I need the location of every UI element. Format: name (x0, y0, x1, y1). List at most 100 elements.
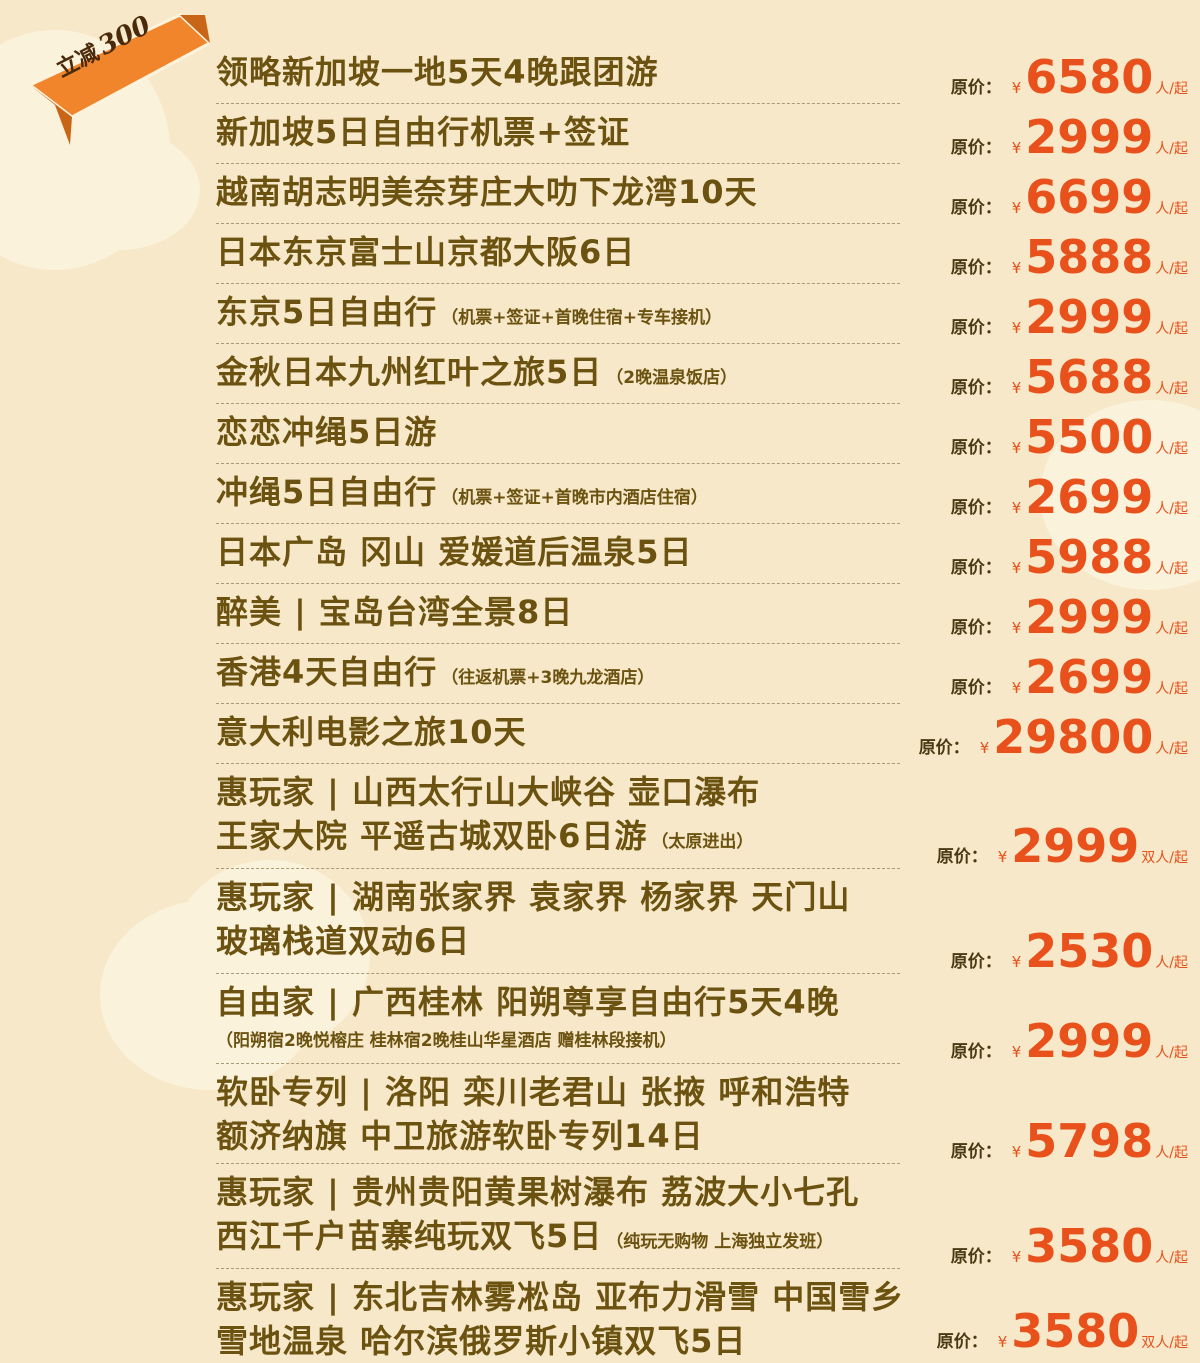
deal-title: 领略新加坡一地5天4晚跟团游 (216, 53, 659, 91)
price-label: 原价： (950, 1142, 1002, 1162)
price-amount: 5688 (1025, 350, 1154, 404)
price-amount: 3580 (1011, 1304, 1140, 1358)
price-unit: 人/起 (1155, 1045, 1188, 1061)
deal-row[interactable]: 日本东京富士山京都大阪6日 原价： ¥5888 人/起 (0, 230, 1200, 290)
row-divider (216, 1268, 900, 1269)
price-label: 原价： (950, 378, 1002, 398)
deal-title: 意大利电影之旅10天 (216, 713, 527, 751)
row-divider (216, 583, 900, 584)
deal-note: （机票+签证+首晚住宿+专车接机） (441, 308, 723, 328)
currency-symbol: ¥ (1011, 953, 1022, 971)
row-divider (216, 523, 900, 524)
currency-symbol: ¥ (1011, 1248, 1022, 1266)
price-label: 原价： (936, 847, 988, 867)
deal-title: 冲绳5日自由行 （机票+签证+首晚市内酒店住宿） (216, 473, 708, 511)
row-divider (216, 703, 900, 704)
price-unit: 人/起 (1155, 141, 1188, 157)
deal-price: 原价： ¥2699 人/起 (951, 652, 1188, 702)
price-unit: 人/起 (1155, 955, 1188, 971)
currency-symbol: ¥ (1011, 439, 1022, 457)
price-unit: 人/起 (1155, 1250, 1188, 1266)
row-divider (216, 163, 900, 164)
price-unit: 人/起 (1155, 441, 1188, 457)
price-label: 原价： (950, 78, 1002, 98)
deal-price: 原价： ¥2999 人/起 (951, 1016, 1188, 1066)
deal-title: 惠玩家 | 贵州贵阳黄果树瀑布 荔波大小七孔 (216, 1173, 860, 1211)
price-unit: 人/起 (1155, 681, 1188, 697)
row-divider (216, 973, 900, 974)
deal-row[interactable]: 惠玩家 | 东北吉林雾凇岛 亚布力滑雪 中国雪乡 雪地温泉 哈尔滨俄罗斯小镇双飞5… (0, 1275, 1200, 1360)
row-divider (216, 868, 900, 869)
row-divider (216, 403, 900, 404)
price-amount: 3580 (1025, 1219, 1154, 1273)
deal-row[interactable]: 恋恋冲绳5日游 原价： ¥5500 人/起 (0, 410, 1200, 470)
row-divider (216, 463, 900, 464)
currency-symbol: ¥ (1011, 259, 1022, 277)
row-divider (216, 1063, 900, 1064)
price-unit: 人/起 (1155, 261, 1188, 277)
currency-symbol: ¥ (1011, 499, 1022, 517)
deal-price: 原价： ¥29800 人/起 (919, 712, 1188, 762)
deal-title: 醉美 | 宝岛台湾全景8日 (216, 593, 574, 631)
deal-title: 自由家 | 广西桂林 阳朔尊享自由行5天4晚 (216, 983, 840, 1021)
currency-symbol: ¥ (1011, 1143, 1022, 1161)
deal-title-line2: 雪地温泉 哈尔滨俄罗斯小镇双飞5日 (216, 1322, 747, 1360)
price-unit: 人/起 (1155, 561, 1188, 577)
price-label: 原价： (950, 438, 1002, 458)
price-unit: 人/起 (1155, 741, 1188, 757)
currency-symbol: ¥ (1011, 319, 1022, 337)
deal-row[interactable]: 惠玩家 | 贵州贵阳黄果树瀑布 荔波大小七孔 西江千户苗寨纯玩双飞5日 （纯玩无购物… (0, 1170, 1200, 1275)
deal-price: 原价： ¥3580 人/起 (951, 1221, 1188, 1271)
price-label: 原价： (918, 738, 970, 758)
price-amount: 2999 (1025, 290, 1154, 344)
deal-row[interactable]: 醉美 | 宝岛台湾全景8日 原价： ¥2999 人/起 (0, 590, 1200, 650)
deal-note: （纯玩无购物 上海独立发班） (606, 1232, 834, 1252)
price-unit: 人/起 (1155, 321, 1188, 337)
deal-row[interactable]: 金秋日本九州红叶之旅5日 （2晚温泉饭店） 原价： ¥5688 人/起 (0, 350, 1200, 410)
deal-price: 原价： ¥6699 人/起 (951, 172, 1188, 222)
deal-title: 软卧专列 | 洛阳 栾川老君山 张掖 呼和浩特 (216, 1073, 851, 1111)
deal-note: （2晚温泉饭店） (606, 368, 738, 388)
price-amount: 2699 (1025, 650, 1154, 704)
deal-price: 原价： ¥2699 人/起 (951, 472, 1188, 522)
deal-row[interactable]: 东京5日自由行 （机票+签证+首晚住宿+专车接机） 原价： ¥2999 人/起 (0, 290, 1200, 350)
price-unit: 人/起 (1155, 381, 1188, 397)
price-unit: 双人/起 (1141, 1335, 1188, 1351)
deal-row[interactable]: 冲绳5日自由行 （机票+签证+首晚市内酒店住宿） 原价： ¥2699 人/起 (0, 470, 1200, 530)
price-label: 原价： (950, 1042, 1002, 1062)
deal-subnote: （阳朔宿2晚悦榕庄 桂林宿2晚桂山华星酒店 赠桂林段接机） (216, 1031, 677, 1051)
row-divider (216, 763, 900, 764)
deal-note: （太原进出） (651, 832, 754, 852)
deal-row[interactable]: 意大利电影之旅10天 原价： ¥29800 人/起 (0, 710, 1200, 770)
deal-title: 恋恋冲绳5日游 (216, 413, 438, 451)
deal-row[interactable]: 越南胡志明美奈芽庄大叻下龙湾10天 原价： ¥6699 人/起 (0, 170, 1200, 230)
deal-price: 原价： ¥5888 人/起 (951, 232, 1188, 282)
row-divider (216, 343, 900, 344)
deal-title: 惠玩家 | 东北吉林雾凇岛 亚布力滑雪 中国雪乡 (216, 1278, 905, 1316)
deal-row[interactable]: 惠玩家 | 山西太行山大峡谷 壶口瀑布 王家大院 平遥古城双卧6日游 （太原进出） 原… (0, 770, 1200, 875)
deal-note: （机票+签证+首晚市内酒店住宿） (441, 488, 708, 508)
price-label: 原价： (950, 498, 1002, 518)
currency-symbol: ¥ (1011, 79, 1022, 97)
deal-row[interactable]: 惠玩家 | 湖南张家界 袁家界 杨家界 天门山 玻璃栈道双动6日 原价： ¥2530 人… (0, 875, 1200, 980)
deal-price: 原价： ¥5798 人/起 (951, 1116, 1188, 1166)
deal-row[interactable]: 软卧专列 | 洛阳 栾川老君山 张掖 呼和浩特 额济纳旗 中卫旅游软卧专列14日原… (0, 1070, 1200, 1170)
price-amount: 2999 (1025, 1014, 1154, 1068)
currency-symbol: ¥ (1011, 199, 1022, 217)
price-amount: 2999 (1011, 819, 1140, 873)
deal-price: 原价： ¥6580 人/起 (951, 52, 1188, 102)
currency-symbol: ¥ (1011, 139, 1022, 157)
price-label: 原价： (950, 318, 1002, 338)
deal-title-line2: 西江千户苗寨纯玩双飞5日 （纯玩无购物 上海独立发班） (216, 1217, 834, 1255)
price-label: 原价： (950, 258, 1002, 278)
deal-row[interactable]: 香港4天自由行 （往返机票+3晚九龙酒店） 原价： ¥2699 人/起 (0, 650, 1200, 710)
deal-price: 原价： ¥3580 双人/起 (937, 1306, 1188, 1356)
deal-row[interactable]: 日本广岛 冈山 爱媛道后温泉5日 原价： ¥5988 人/起 (0, 530, 1200, 590)
deal-title: 香港4天自由行 （往返机票+3晚九龙酒店） (216, 653, 655, 691)
deal-price: 原价： ¥5988 人/起 (951, 532, 1188, 582)
deal-row[interactable]: 自由家 | 广西桂林 阳朔尊享自由行5天4晚 （阳朔宿2晚悦榕庄 桂林宿2晚桂山华… (0, 980, 1200, 1070)
price-label: 原价： (950, 678, 1002, 698)
row-divider (216, 643, 900, 644)
price-amount: 2999 (1025, 110, 1154, 164)
currency-symbol: ¥ (979, 739, 990, 757)
